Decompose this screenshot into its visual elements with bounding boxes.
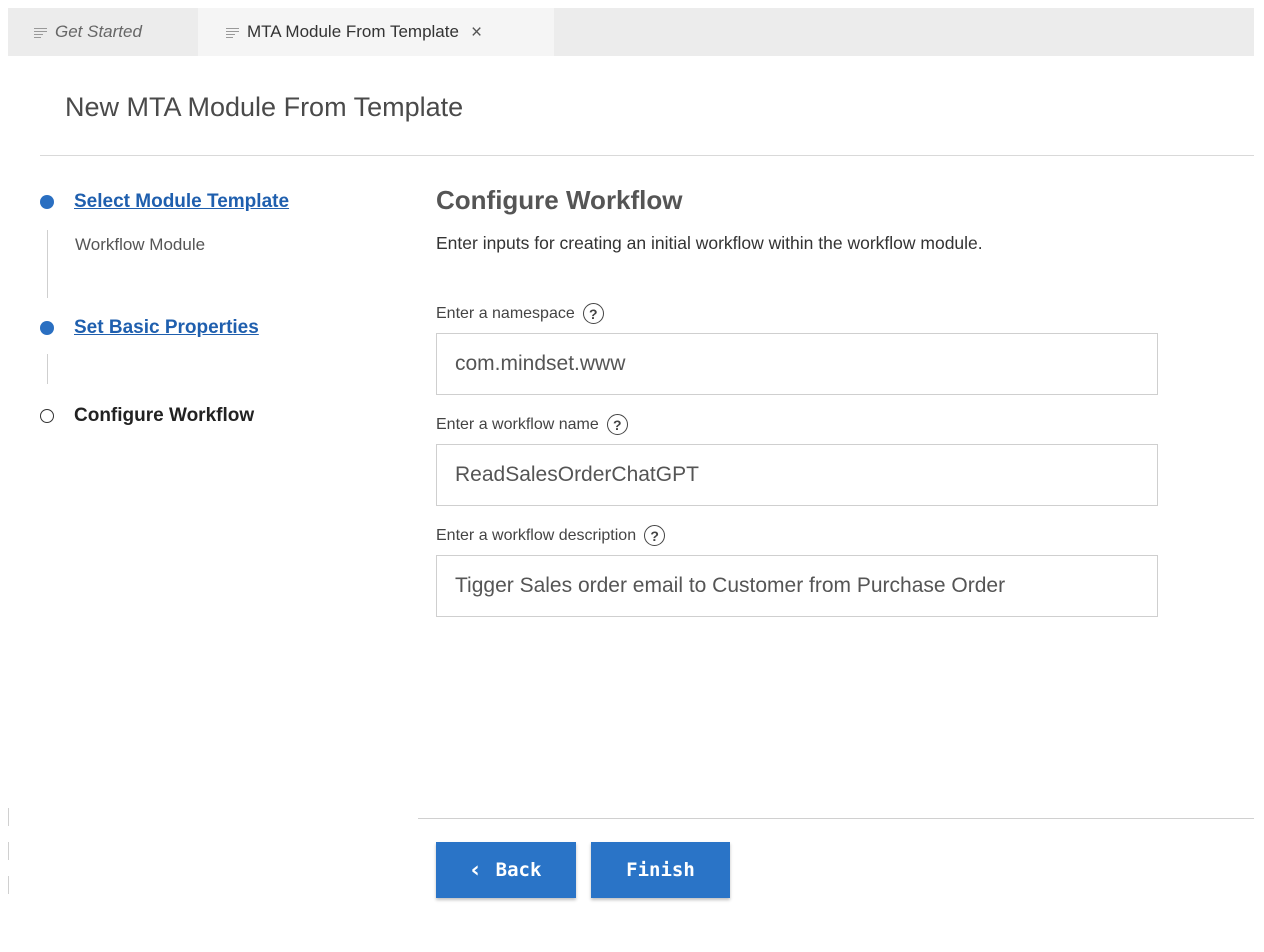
- document-lines-icon: [34, 27, 47, 38]
- workflow-name-input[interactable]: [436, 444, 1158, 506]
- header-divider: [40, 155, 1254, 156]
- workflow-name-label-text: Enter a workflow name: [436, 415, 599, 433]
- namespace-label: Enter a namespace ?: [436, 303, 604, 324]
- help-icon[interactable]: ?: [582, 303, 604, 324]
- section-heading: Configure Workflow: [436, 185, 683, 215]
- step-completed-dot: [40, 195, 54, 209]
- step-connector: [47, 230, 48, 298]
- workflow-name-label: Enter a workflow name ?: [436, 414, 628, 435]
- workflow-description-label: Enter a workflow description ?: [436, 525, 666, 546]
- tab-label: Get Started: [55, 22, 142, 41]
- step-connector: [47, 354, 48, 384]
- chevron-left-icon: ‹: [470, 857, 480, 883]
- finish-button-label: Finish: [626, 859, 695, 881]
- namespace-label-text: Enter a namespace: [436, 304, 575, 322]
- step-sublabel: Workflow Module: [75, 235, 206, 254]
- back-button-label: Back: [495, 859, 542, 881]
- help-icon[interactable]: ?: [644, 525, 666, 546]
- gutter-mark: [8, 808, 9, 826]
- step-completed-dot: [40, 321, 54, 335]
- tab-get-started[interactable]: Get Started: [8, 8, 198, 56]
- step-link-select-module-template[interactable]: Select Module Template: [74, 191, 289, 213]
- step-select-module-template: Select Module Template: [40, 191, 289, 213]
- step-link-set-basic-properties[interactable]: Set Basic Properties: [74, 317, 259, 339]
- tab-bar: Get Started MTA Module From Template ×: [8, 8, 1254, 56]
- section-description: Enter inputs for creating an initial wor…: [436, 233, 983, 253]
- close-icon[interactable]: ×: [471, 23, 482, 42]
- step-label-configure-workflow: Configure Workflow: [74, 405, 255, 426]
- page-title: New MTA Module From Template: [65, 92, 464, 122]
- tab-label: MTA Module From Template: [247, 22, 459, 41]
- document-lines-icon: [226, 27, 239, 38]
- step-set-basic-properties: Set Basic Properties: [40, 317, 259, 339]
- workflow-description-label-text: Enter a workflow description: [436, 526, 637, 544]
- gutter-mark: [8, 842, 9, 860]
- step-current-dot: [40, 409, 54, 423]
- back-button[interactable]: ‹ Back: [436, 842, 576, 898]
- step-configure-workflow: Configure Workflow: [40, 405, 254, 427]
- help-icon[interactable]: ?: [606, 414, 628, 435]
- namespace-input[interactable]: [436, 333, 1158, 395]
- gutter-mark: [8, 876, 9, 894]
- footer-divider: [418, 818, 1254, 819]
- finish-button[interactable]: Finish: [591, 842, 730, 898]
- tab-mta-module-from-template[interactable]: MTA Module From Template ×: [198, 8, 554, 56]
- workflow-description-input[interactable]: [436, 555, 1158, 617]
